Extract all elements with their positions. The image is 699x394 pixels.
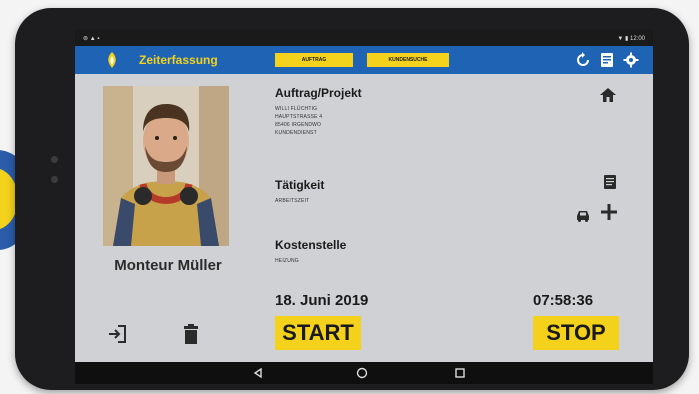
start-button[interactable]: START	[275, 316, 361, 350]
kundensuche-button[interactable]: KUNDENSUCHE	[367, 53, 449, 67]
auftrag-line: HAUPTSTRASSE 4	[275, 114, 323, 120]
home-icon[interactable]	[599, 86, 617, 104]
notes-icon[interactable]	[600, 52, 614, 68]
sensor-icon	[51, 176, 58, 183]
trash-icon[interactable]	[179, 322, 203, 346]
appbar-icons	[575, 52, 639, 68]
document-icon[interactable]	[603, 174, 617, 190]
car-icon[interactable]	[575, 208, 591, 222]
screen: ⊚ ▲ ▪ ▼ ▮ 12:00 Zeiterfassung AUFTRAG KU…	[75, 30, 653, 384]
left-actions	[105, 322, 203, 346]
status-right-icons: ▼ ▮ 12:00	[617, 35, 645, 42]
main-content: Monteur Müller Auftrag/Projekt WILLI FLÜ…	[75, 74, 653, 362]
stage: ⊚ ▲ ▪ ▼ ▮ 12:00 Zeiterfassung AUFTRAG KU…	[0, 0, 699, 394]
taetigkeit-value: ARBEITSZEIT	[275, 198, 310, 204]
app-title: Zeiterfassung	[139, 53, 218, 67]
auftrag-line: 85406 IRGENDWO	[275, 122, 322, 128]
kostenstelle-title: Kostenstelle	[275, 238, 347, 252]
auftrag-line: KUNDENDIENST	[275, 130, 317, 136]
status-left-icons: ⊚ ▲ ▪	[83, 35, 100, 42]
back-icon[interactable]	[251, 366, 265, 380]
nav-bar	[75, 362, 653, 384]
employee-photo	[103, 86, 229, 246]
auftrag-title: Auftrag/Projekt	[275, 86, 362, 100]
add-icon[interactable]	[599, 202, 619, 222]
settings-icon[interactable]	[623, 52, 639, 68]
auftrag-line: WILLI FLÜCHTIG	[275, 106, 318, 112]
camera-icon	[51, 156, 58, 163]
taetigkeit-title: Tätigkeit	[275, 178, 325, 192]
app-logo-icon	[108, 52, 116, 68]
stop-button[interactable]: STOP	[533, 316, 619, 350]
status-bar: ⊚ ▲ ▪ ▼ ▮ 12:00	[75, 30, 653, 46]
date-display: 18. Juni 2019	[275, 292, 369, 309]
home-nav-icon[interactable]	[355, 366, 369, 380]
time-display: 07:58:36	[533, 292, 594, 309]
kostenstelle-value: HEIZUNG	[275, 258, 299, 264]
app-bar: Zeiterfassung AUFTRAG KUNDENSUCHE	[75, 46, 653, 74]
recents-icon[interactable]	[453, 366, 467, 380]
auftrag-button[interactable]: AUFTRAG	[275, 53, 353, 67]
sync-icon[interactable]	[575, 52, 591, 68]
tablet-device: ⊚ ▲ ▪ ▼ ▮ 12:00 Zeiterfassung AUFTRAG KU…	[15, 8, 689, 390]
employee-name: Monteur Müller	[114, 257, 222, 274]
login-icon[interactable]	[105, 322, 129, 346]
